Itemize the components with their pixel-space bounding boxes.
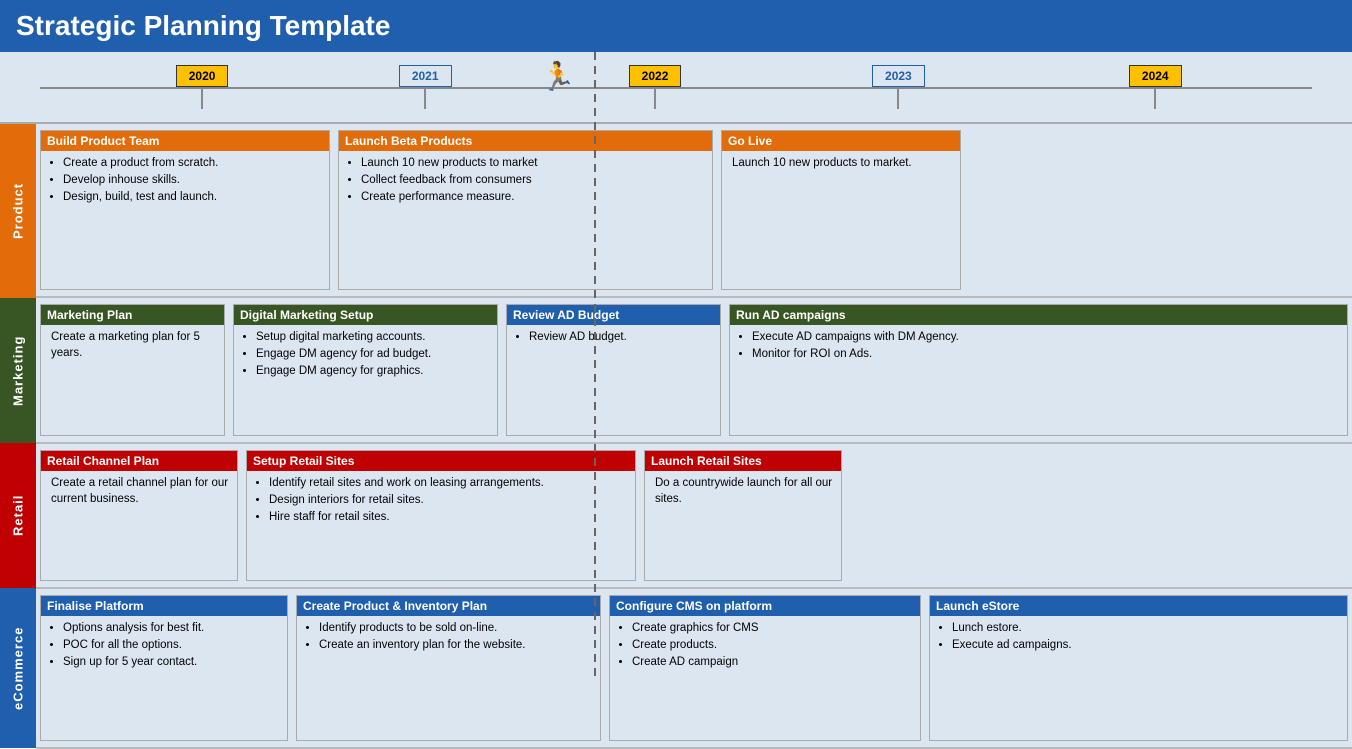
timeline-inner: 2020 2021 🏃 2022 2023 2024: [0, 52, 1352, 122]
list-item: Create performance measure.: [361, 189, 706, 205]
list-item: Engage DM agency for ad budget.: [256, 346, 491, 362]
year-badge-2021: 2021: [399, 65, 452, 87]
list-item: Engage DM agency for graphics.: [256, 363, 491, 379]
year-marker-2021: 2021: [399, 65, 452, 109]
card-body-retail-channel-plan: Create a retail channel plan for our cur…: [41, 471, 237, 580]
card-marketing-plan: Marketing Plan Create a marketing plan f…: [40, 304, 225, 435]
card-body-go-live: Launch 10 new products to market.: [722, 151, 960, 289]
list-item: Identify retail sites and work on leasin…: [269, 475, 629, 491]
year-marker-2020: 2020: [176, 65, 229, 109]
card-review-ad-budget: Review AD Budget Review AD budget.: [506, 304, 721, 435]
list-item: Execute AD campaigns with DM Agency.: [752, 329, 1341, 345]
timeline-row: 2020 2021 🏃 2022 2023 2024: [0, 52, 1352, 124]
card-header-go-live: Go Live: [722, 131, 960, 151]
category-ecommerce: eCommerce: [0, 588, 36, 748]
year-marker-2024: 2024: [1129, 65, 1182, 109]
year-tick-2024: [1154, 87, 1156, 109]
list-item: Create a product from scratch.: [63, 155, 323, 171]
card-body-create-product-inventory-plan: Identify products to be sold on-line. Cr…: [297, 616, 600, 740]
card-header-marketing-plan: Marketing Plan: [41, 305, 224, 325]
list-item: Review AD budget.: [529, 329, 714, 345]
list-item: Execute ad campaigns.: [952, 637, 1341, 653]
card-body-finalise-platform: Options analysis for best fit. POC for a…: [41, 616, 287, 740]
runner-icon: 🏃: [541, 60, 576, 93]
list-item: Lunch estore.: [952, 620, 1341, 636]
card-body-marketing-plan: Create a marketing plan for 5 years.: [41, 325, 224, 434]
list-item: Create products.: [632, 637, 914, 653]
card-body-setup-retail-sites: Identify retail sites and work on leasin…: [247, 471, 635, 580]
list-item: Setup digital marketing accounts.: [256, 329, 491, 345]
card-header-retail-channel-plan: Retail Channel Plan: [41, 451, 237, 471]
card-body-launch-beta-products: Launch 10 new products to market Collect…: [339, 151, 712, 289]
card-body-review-ad-budget: Review AD budget.: [507, 325, 720, 434]
card-header-setup-retail-sites: Setup Retail Sites: [247, 451, 635, 471]
card-build-product-team: Build Product Team Create a product from…: [40, 130, 330, 290]
card-go-live: Go Live Launch 10 new products to market…: [721, 130, 961, 290]
year-badge-2020: 2020: [176, 65, 229, 87]
list-item: Identify products to be sold on-line.: [319, 620, 594, 636]
rows-area: Build Product Team Create a product from…: [36, 124, 1352, 749]
list-item: Design interiors for retail sites.: [269, 492, 629, 508]
retail-section-row: Retail Channel Plan Create a retail chan…: [36, 444, 1352, 589]
card-header-finalise-platform: Finalise Platform: [41, 596, 287, 616]
year-tick-2023: [897, 87, 899, 109]
category-marketing: Marketing: [0, 298, 36, 443]
card-configure-cms: Configure CMS on platform Create graphic…: [609, 595, 921, 741]
card-header-launch-estore: Launch eStore: [930, 596, 1347, 616]
card-body-launch-estore: Lunch estore. Execute ad campaigns.: [930, 616, 1347, 740]
card-header-launch-retail-sites: Launch Retail Sites: [645, 451, 841, 471]
list-item: Monitor for ROI on Ads.: [752, 346, 1341, 362]
card-body-run-ad-campaigns: Execute AD campaigns with DM Agency. Mon…: [730, 325, 1347, 434]
list-item: Create graphics for CMS: [632, 620, 914, 636]
category-retail: Retail: [0, 443, 36, 588]
list-item: Launch 10 new products to market: [361, 155, 706, 171]
card-header-configure-cms: Configure CMS on platform: [610, 596, 920, 616]
ecommerce-section-row: Finalise Platform Options analysis for b…: [36, 589, 1352, 749]
year-tick-2022: [654, 87, 656, 109]
card-body-build-product-team: Create a product from scratch. Develop i…: [41, 151, 329, 289]
list-item: Develop inhouse skills.: [63, 172, 323, 188]
list-item: Design, build, test and launch.: [63, 189, 323, 205]
list-item: Collect feedback from consumers: [361, 172, 706, 188]
card-header-launch-beta-products: Launch Beta Products: [339, 131, 712, 151]
year-tick-2020: [201, 87, 203, 109]
page-header: Strategic Planning Template: [0, 0, 1352, 52]
year-badge-2024: 2024: [1129, 65, 1182, 87]
list-item: Create AD campaign: [632, 654, 914, 670]
card-body-digital-marketing-setup: Setup digital marketing accounts. Engage…: [234, 325, 497, 434]
year-marker-2023: 2023: [872, 65, 925, 109]
year-marker-2022: 2022: [629, 65, 682, 109]
list-item: Options analysis for best fit.: [63, 620, 281, 636]
list-item: Sign up for 5 year contact.: [63, 654, 281, 670]
card-launch-beta-products: Launch Beta Products Launch 10 new produ…: [338, 130, 713, 290]
card-body-configure-cms: Create graphics for CMS Create products.…: [610, 616, 920, 740]
card-header-build-product-team: Build Product Team: [41, 131, 329, 151]
list-item: Create an inventory plan for the website…: [319, 637, 594, 653]
card-finalise-platform: Finalise Platform Options analysis for b…: [40, 595, 288, 741]
card-launch-retail-sites: Launch Retail Sites Do a countrywide lau…: [644, 450, 842, 581]
year-badge-2022: 2022: [629, 65, 682, 87]
card-retail-channel-plan: Retail Channel Plan Create a retail chan…: [40, 450, 238, 581]
card-header-digital-marketing-setup: Digital Marketing Setup: [234, 305, 497, 325]
card-run-ad-campaigns: Run AD campaigns Execute AD campaigns wi…: [729, 304, 1348, 435]
card-header-create-product-inventory-plan: Create Product & Inventory Plan: [297, 596, 600, 616]
category-product: Product: [0, 124, 36, 298]
card-launch-estore: Launch eStore Lunch estore. Execute ad c…: [929, 595, 1348, 741]
card-digital-marketing-setup: Digital Marketing Setup Setup digital ma…: [233, 304, 498, 435]
card-create-product-inventory-plan: Create Product & Inventory Plan Identify…: [296, 595, 601, 741]
card-body-launch-retail-sites: Do a countrywide launch for all our site…: [645, 471, 841, 580]
marketing-section-row: Marketing Plan Create a marketing plan f…: [36, 298, 1352, 443]
page-title: Strategic Planning Template: [16, 10, 390, 42]
product-section-row: Build Product Team Create a product from…: [36, 124, 1352, 298]
category-labels: Product Marketing Retail eCommerce: [0, 124, 36, 749]
list-item: POC for all the options.: [63, 637, 281, 653]
main-content: Product Marketing Retail eCommerce Build…: [0, 124, 1352, 749]
year-badge-2023: 2023: [872, 65, 925, 87]
card-setup-retail-sites: Setup Retail Sites Identify retail sites…: [246, 450, 636, 581]
card-header-review-ad-budget: Review AD Budget: [507, 305, 720, 325]
card-header-run-ad-campaigns: Run AD campaigns: [730, 305, 1347, 325]
list-item: Hire staff for retail sites.: [269, 509, 629, 525]
year-tick-2021: [424, 87, 426, 109]
